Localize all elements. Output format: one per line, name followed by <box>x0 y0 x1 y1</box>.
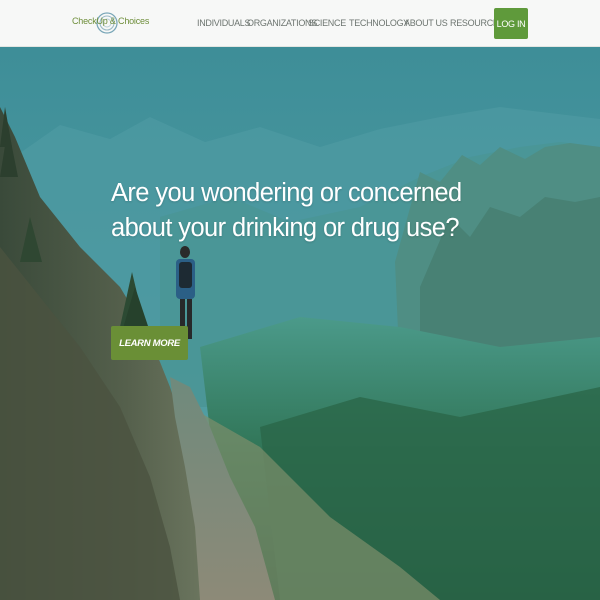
hero-headline: Are you wondering or concerned about you… <box>111 176 462 246</box>
hero-background-image <box>0 47 600 600</box>
hero-headline-line-2: about your drinking or drug use? <box>111 214 460 242</box>
learn-more-button[interactable]: LEARN MORE <box>111 326 188 360</box>
hero-headline-line-1: Are you wondering or concerned <box>111 179 462 207</box>
hero-section: Are you wondering or concerned about you… <box>0 47 600 600</box>
nav-item-technology[interactable]: TECHNOLOGY <box>349 18 409 28</box>
nav-item-organizations[interactable]: ORGANIZATIONS <box>247 18 317 28</box>
nav-item-science[interactable]: SCIENCE <box>308 18 346 28</box>
nav-item-about-us[interactable]: ABOUT US <box>404 18 448 28</box>
site-header: CheckUp & Choices INDIVIDUALS ORGANIZATI… <box>0 0 600 47</box>
nav-item-individuals[interactable]: INDIVIDUALS <box>197 18 251 28</box>
login-button[interactable]: LOG IN <box>494 8 528 39</box>
